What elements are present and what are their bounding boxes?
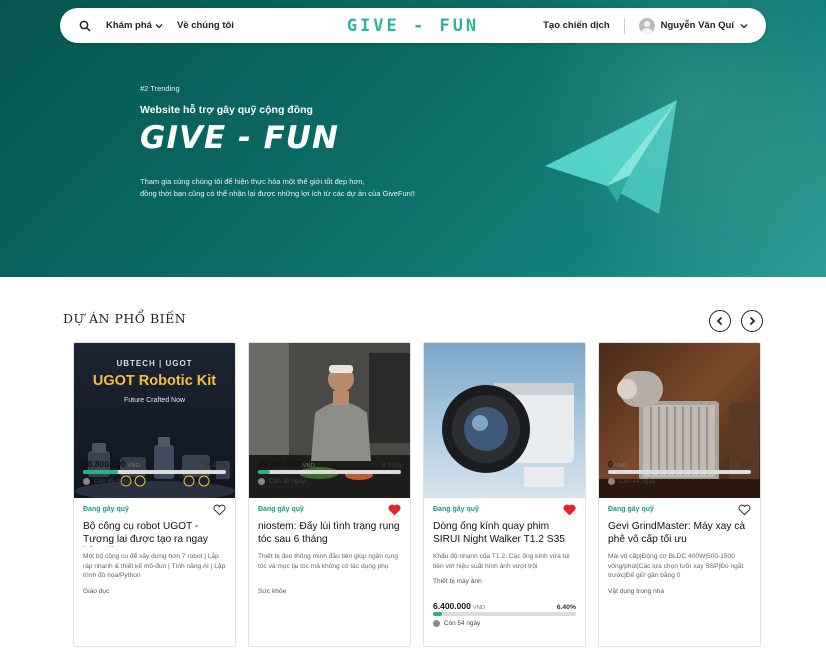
progress-bar (433, 612, 576, 616)
raised-amount: 48.800.000 VND (83, 459, 140, 469)
nav-about[interactable]: Về chúng tôi (177, 20, 234, 31)
status-badge: Đang gây quỹ (433, 506, 479, 513)
hero-description: Tham gia cùng chúng tôi để hiện thực hóa… (140, 176, 470, 200)
status-badge: Đang gây quỹ (83, 506, 129, 513)
user-menu[interactable]: Nguyễn Văn Quí (638, 17, 748, 34)
raised-amount-value: 20.000.000 (258, 459, 301, 469)
days-left-text: Còn 45 ngày (94, 478, 131, 485)
funded-percent: 0% (741, 462, 751, 469)
project-title[interactable]: Gevi GrindMaster: Máy xay cà phê vô cấp … (608, 521, 751, 547)
days-left: Còn 45 ngày (83, 478, 130, 485)
project-image-subtitle: Future Crafted Now (123, 397, 186, 404)
heart-outline-icon[interactable] (738, 504, 751, 516)
heart-filled-icon[interactable] (388, 504, 401, 516)
camera-lens-illustration (442, 383, 574, 487)
heart-outline-icon[interactable] (213, 504, 226, 516)
project-title[interactable]: niostem: Đẩy lùi tình trạng rụng tóc sau… (258, 521, 401, 547)
chevron-left-icon (716, 316, 723, 326)
raised-amount: 6.400.000 VND (433, 601, 485, 611)
progress-fill (258, 470, 271, 474)
project-card[interactable]: Đang gây quỹ Gevi GrindMaster: Máy xay c… (598, 342, 761, 647)
funded-percent: 6.40% (556, 604, 576, 611)
hero-subtitle: Website hỗ trợ gây quỹ cộng đồng (140, 104, 313, 116)
days-left-text: Còn 44 ngày (619, 478, 656, 485)
project-image: UBTECH | UGOT UGOT Robotic Kit Future Cr… (74, 343, 235, 498)
days-left: Còn 44 ngày (608, 478, 655, 485)
days-left: Còn 54 ngày (433, 620, 480, 627)
nav-explore[interactable]: Khám phá (106, 20, 163, 31)
currency-unit: VND (614, 463, 627, 469)
raised-amount: 0 VND (608, 459, 627, 469)
hero-tag: #2 Trending (140, 84, 180, 93)
progress-bar (608, 470, 751, 474)
project-card[interactable]: Đang gây quỹ Dòng ống kính quay phim SIR… (423, 342, 586, 647)
status-badge: Đang gây quỹ (608, 506, 654, 513)
project-description: Mài vô cấp|Động cơ BLDC 400W|500-1500 vò… (608, 553, 744, 580)
project-title[interactable]: Dòng ống kính quay phim SIRUI Night Walk… (433, 521, 576, 547)
search-icon[interactable] (78, 19, 92, 33)
chevron-down-icon (155, 23, 163, 28)
chevron-down-icon (740, 23, 748, 28)
progress-bar (83, 470, 226, 474)
kitchen-photo-illustration (249, 343, 410, 498)
heart-filled-icon[interactable] (563, 504, 576, 516)
clock-icon (83, 478, 90, 485)
project-category: Vật dụng trong nhà (608, 588, 665, 595)
funded-percent: 24.40% (202, 462, 226, 469)
progress-fill (433, 612, 443, 616)
project-image-brand: UBTECH | UGOT (116, 359, 193, 368)
currency-unit: VND (302, 463, 315, 469)
project-description: Một bộ công cụ để xây dựng hơn 7 robot |… (83, 553, 226, 580)
user-name: Nguyễn Văn Quí (660, 20, 734, 31)
chevron-right-icon (749, 316, 756, 326)
project-category: Thiết bị máy ảnh (433, 578, 482, 585)
clock-icon (433, 620, 440, 627)
nav-divider (623, 17, 625, 34)
project-card[interactable]: Đang gây quỹ niostem: Đẩy lùi tình trạng… (248, 342, 411, 647)
days-left-text: Còn 30 ngày (269, 478, 306, 485)
raised-amount-value: 6.400.000 (433, 601, 471, 611)
top-navbar: Khám phá Về chúng tôi GIVE - FUN Tạo chi… (60, 8, 766, 43)
days-left-text: Còn 54 ngày (444, 620, 481, 627)
section-title: DỰ ÁN PHỔ BIẾN (63, 311, 187, 326)
project-image (249, 343, 410, 498)
funded-percent: 8.70% (381, 462, 401, 469)
project-description: Thiết bị đeo thông minh đầu tiên giúp ng… (258, 553, 399, 570)
raised-amount: 20.000.000 VND (258, 459, 315, 469)
hero-title: GIVE - FUN (140, 120, 339, 156)
raised-amount-value: 48.800.000 (83, 459, 126, 469)
currency-unit: VND (127, 463, 140, 469)
project-description: Khẩu độ nhanh của T1.2. Các ống kính vừa… (433, 553, 570, 570)
clock-icon (608, 478, 615, 485)
clock-icon (258, 478, 265, 485)
avatar (638, 17, 655, 34)
project-card[interactable]: UBTECH | UGOT UGOT Robotic Kit Future Cr… (73, 342, 236, 647)
project-image-title: UGOT Robotic Kit (92, 373, 217, 389)
raised-amount-value: 0 (608, 459, 613, 469)
carousel-next-button[interactable] (741, 310, 763, 332)
days-left: Còn 30 ngày (258, 478, 305, 485)
carousel-prev-button[interactable] (709, 310, 731, 332)
status-badge: Đang gây quỹ (258, 506, 304, 513)
progress-bar (258, 470, 401, 474)
brand-logo[interactable]: GIVE - FUN (347, 16, 479, 36)
currency-unit: VND (472, 605, 486, 611)
project-title[interactable]: Bộ công cụ robot UGOT - Tương lai được t… (83, 521, 226, 547)
project-image (599, 343, 760, 498)
project-category: Sức khỏe (258, 588, 287, 595)
hero-desc-line-1: Tham gia cùng chúng tôi để hiện thực hóa… (140, 177, 365, 186)
project-image (424, 343, 585, 498)
nav-explore-label: Khám phá (106, 20, 152, 31)
paper-plane-icon (545, 100, 677, 214)
progress-fill (83, 470, 118, 474)
hero-desc-line-2: đồng thời bạn cũng có thể nhận lại được … (140, 189, 415, 198)
project-category: Giáo dục (83, 588, 110, 595)
create-campaign-link[interactable]: Tạo chiến dịch (543, 20, 610, 31)
coffee-grinder-illustration (599, 371, 760, 498)
